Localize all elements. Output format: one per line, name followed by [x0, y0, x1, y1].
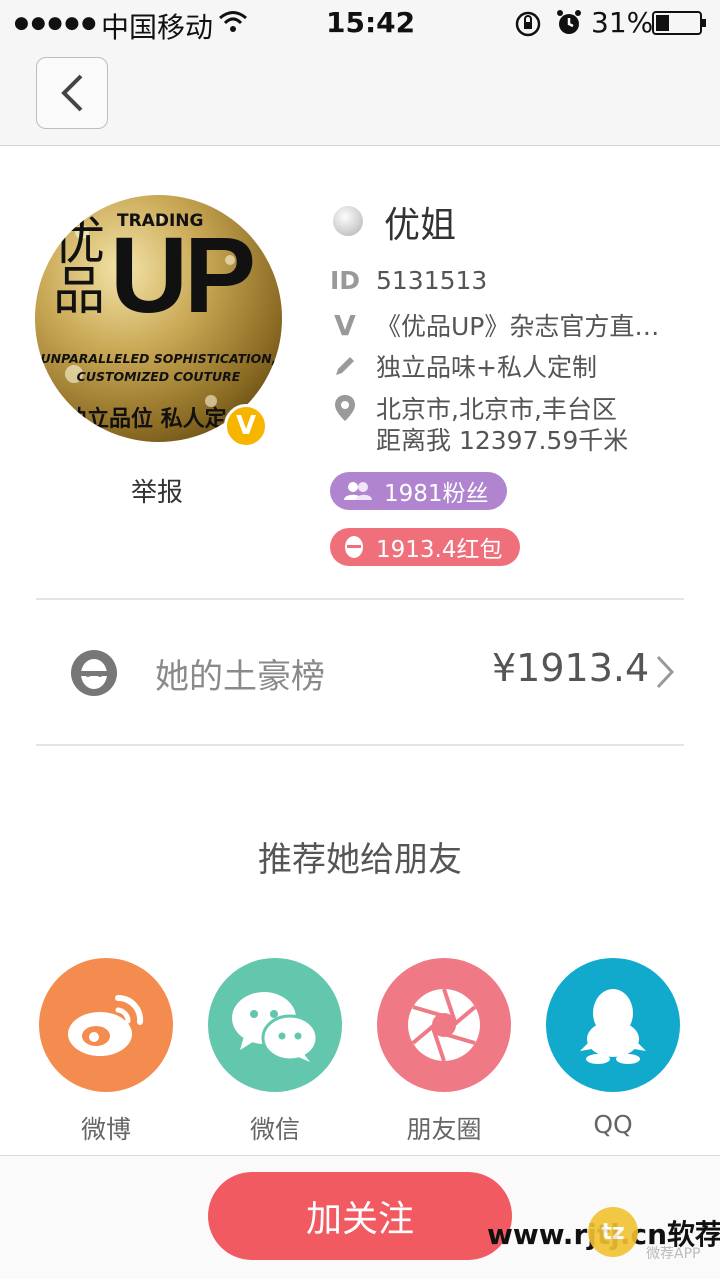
verified-v-icon: V: [334, 308, 356, 342]
share-qq-label: QQ: [593, 1110, 633, 1139]
alarm-icon: [556, 9, 582, 41]
wifi-icon: [218, 10, 248, 38]
avatar-brand-chinese: 优品: [53, 212, 106, 322]
fans-icon: [344, 481, 372, 501]
share-wechat-button[interactable]: [208, 958, 342, 1092]
share-qq-button[interactable]: [546, 958, 680, 1092]
verification-row: V 《优品UP》杂志官方直…: [332, 307, 659, 343]
signature-text: 独立品味+私人定制: [376, 353, 597, 382]
share-weibo-button[interactable]: [39, 958, 173, 1092]
location-pin-icon: [332, 394, 358, 422]
back-button[interactable]: [36, 57, 108, 129]
avatar-bottom-text: 独立品位 私人定: [65, 406, 227, 432]
fans-count-text: 1981粉丝: [384, 481, 489, 507]
avatar-up-text: UP: [110, 214, 256, 335]
battery-percent: 31%: [591, 6, 654, 39]
chevron-right-icon: [655, 655, 675, 693]
verified-badge: V: [224, 404, 268, 448]
online-status-dot: [333, 206, 363, 236]
follow-button[interactable]: 加关注: [208, 1172, 512, 1260]
id-row: ID 5131513: [329, 266, 488, 295]
rich-list-label: 她的土豪榜: [155, 657, 325, 697]
rich-list-icon: [71, 650, 117, 696]
watermark-subtext: 微荐APP: [646, 1246, 701, 1262]
share-wechat-label: 微信: [249, 1115, 300, 1144]
carrier-name: 中国移动: [101, 11, 214, 44]
chevron-left-icon: [61, 74, 83, 112]
distance-text: 距离我 12397.59千米: [376, 426, 629, 455]
share-weibo-label: 微博: [80, 1115, 131, 1144]
red-packet-pill[interactable]: 1913.4红包: [330, 528, 521, 566]
rich-list-amount: ¥1913.4: [492, 646, 650, 690]
qq-icon: [580, 989, 646, 1064]
share-moments-label: 朋友圈: [406, 1115, 482, 1144]
avatar-tagline-1: UNPARALLELED SOPHISTICATION,: [40, 351, 277, 366]
avatar-tagline-2: CUSTOMIZED COUTURE: [76, 369, 241, 384]
battery-icon: [652, 11, 708, 39]
profile-name: 优姐: [384, 205, 457, 246]
red-packet-icon: [344, 535, 364, 559]
share-title: 推荐她给朋友: [258, 840, 462, 880]
rotation-lock-icon: [514, 10, 542, 42]
divider-bottom: [36, 744, 684, 746]
red-packet-text: 1913.4红包: [376, 537, 503, 563]
weibo-icon: [68, 994, 144, 1056]
signature-row: 独立品味+私人定制: [332, 348, 597, 384]
signal-strength-indicator: ●●●●●: [14, 13, 99, 33]
pencil-icon: [332, 354, 358, 378]
moments-icon: [408, 988, 480, 1062]
wechat-icon: [232, 992, 319, 1062]
verification-text: 《优品UP》杂志官方直…: [376, 312, 660, 341]
id-value: 5131513: [376, 266, 488, 295]
watermark-logo: tz: [588, 1207, 638, 1257]
fans-count-pill[interactable]: 1981粉丝: [330, 472, 507, 510]
status-time: 15:42: [326, 6, 416, 39]
report-button[interactable]: 举报: [131, 472, 183, 509]
share-moments-button[interactable]: [377, 958, 511, 1092]
id-icon: ID: [329, 266, 361, 295]
divider-top: [36, 598, 684, 600]
